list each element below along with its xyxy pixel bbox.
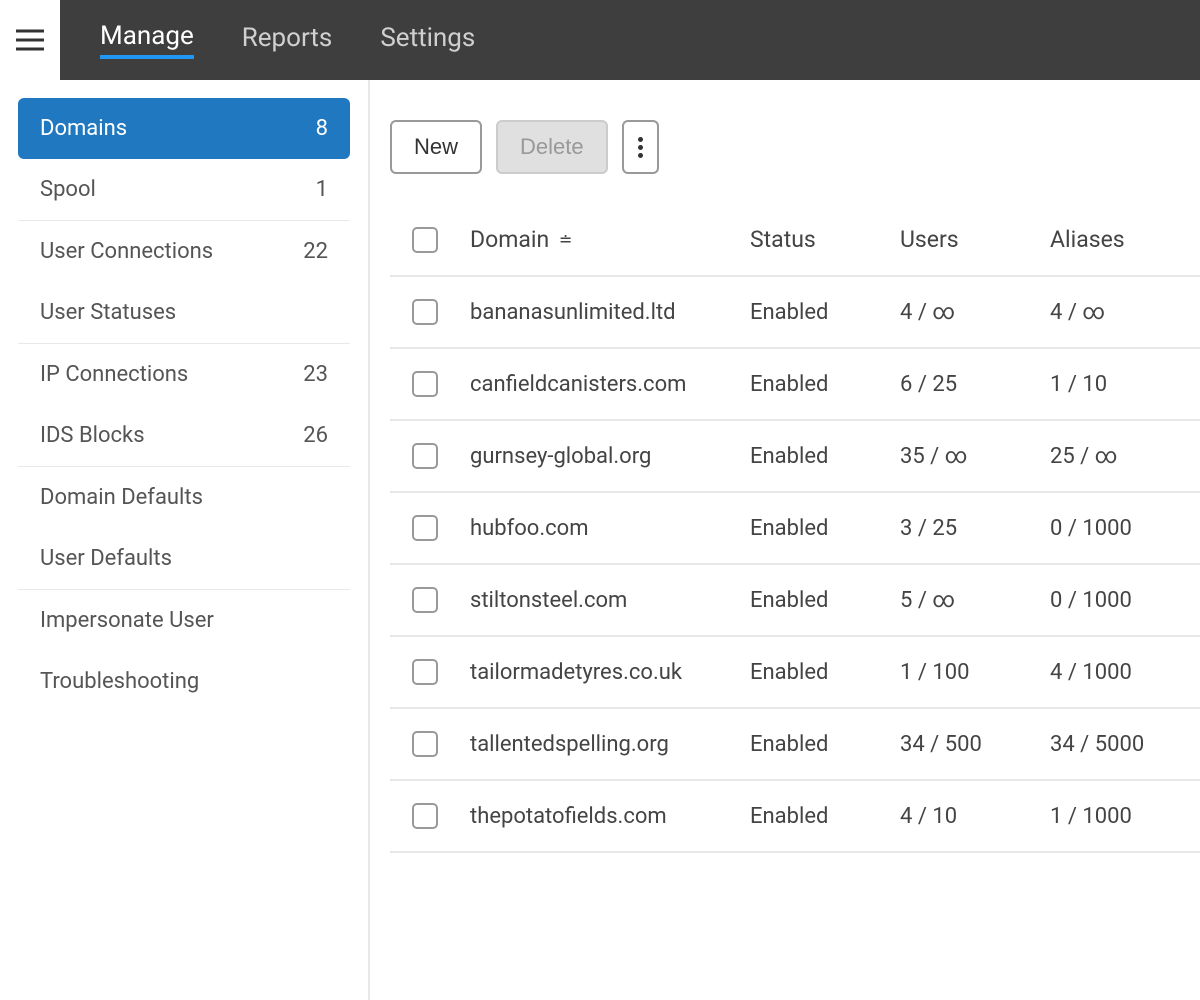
delete-button[interactable]: Delete [496,120,608,174]
domains-table: Domain ≐ Status Users Aliases bananasunl… [390,204,1200,853]
cell-domain: hubfoo.com [470,516,750,541]
cell-users: 35 / ∞ [900,444,1050,469]
hamburger-icon [16,29,44,51]
sidebar-item-label: IDS Blocks [40,423,145,448]
column-header-users[interactable]: Users [900,226,1050,253]
cell-aliases: 0 / 1000 [1050,588,1200,613]
column-header-aliases[interactable]: Aliases [1050,226,1200,253]
sidebar-item-spool[interactable]: Spool 1 [18,159,350,221]
cell-users: 34 / 500 [900,732,1050,757]
sidebar-item-label: IP Connections [40,362,188,387]
topbar: Manage Reports Settings [0,0,1200,80]
table-row[interactable]: gurnsey-global.orgEnabled35 / ∞25 / ∞ [390,421,1200,493]
menu-toggle-button[interactable] [0,0,60,80]
cell-users: 5 / ∞ [900,588,1050,613]
cell-aliases: 1 / 10 [1050,372,1200,397]
sidebar-item-label: Spool [40,177,96,202]
cell-domain: thepotatofields.com [470,804,750,829]
table-row[interactable]: thepotatofields.comEnabled4 / 101 / 1000 [390,781,1200,853]
cell-aliases: 0 / 1000 [1050,516,1200,541]
cell-status: Enabled [750,732,900,757]
cell-aliases: 25 / ∞ [1050,444,1200,469]
table-row[interactable]: stiltonsteel.comEnabled5 / ∞0 / 1000 [390,565,1200,637]
cell-domain: stiltonsteel.com [470,588,750,613]
table-row[interactable]: bananasunlimited.ltdEnabled4 / ∞4 / ∞ [390,277,1200,349]
sidebar: Domains 8 Spool 1 User Connections 22 User Sta… [0,80,370,1000]
top-nav: Manage Reports Settings [60,0,1200,80]
row-checkbox[interactable] [412,659,438,685]
sidebar-item-troubleshooting[interactable]: Troubleshooting [18,651,350,712]
table-row[interactable]: hubfoo.comEnabled3 / 250 / 1000 [390,493,1200,565]
tab-manage[interactable]: Manage [100,21,194,59]
sidebar-item-count: 23 [303,362,328,387]
sidebar-item-count: 22 [303,239,328,264]
cell-users: 4 / 10 [900,804,1050,829]
cell-status: Enabled [750,444,900,469]
cell-domain: tailormadetyres.co.uk [470,660,750,685]
cell-aliases: 4 / ∞ [1050,300,1200,325]
sidebar-item-count: 8 [316,116,328,141]
cell-users: 3 / 25 [900,516,1050,541]
sort-indicator-icon: ≐ [559,230,572,249]
cell-domain: gurnsey-global.org [470,444,750,469]
sidebar-item-label: Troubleshooting [40,669,199,694]
table-row[interactable]: tallentedspelling.orgEnabled34 / 50034 /… [390,709,1200,781]
sidebar-item-user-defaults[interactable]: User Defaults [18,528,350,590]
sidebar-item-user-statuses[interactable]: User Statuses [18,282,350,344]
sidebar-item-label: User Defaults [40,546,172,571]
cell-aliases: 34 / 5000 [1050,732,1200,757]
cell-status: Enabled [750,372,900,397]
table-row[interactable]: canfieldcanisters.comEnabled6 / 251 / 10 [390,349,1200,421]
row-checkbox[interactable] [412,731,438,757]
row-checkbox[interactable] [412,587,438,613]
cell-status: Enabled [750,516,900,541]
main: Domains 8 Spool 1 User Connections 22 User Sta… [0,80,1200,1000]
sidebar-item-label: User Statuses [40,300,176,325]
row-checkbox[interactable] [412,803,438,829]
tab-settings[interactable]: Settings [380,23,475,57]
cell-aliases: 4 / 1000 [1050,660,1200,685]
table-row[interactable]: tailormadetyres.co.ukEnabled1 / 1004 / 1… [390,637,1200,709]
cell-users: 6 / 25 [900,372,1050,397]
sidebar-item-count: 26 [303,423,328,448]
cell-users: 4 / ∞ [900,300,1050,325]
sidebar-item-impersonate-user[interactable]: Impersonate User [18,590,350,651]
cell-domain: canfieldcanisters.com [470,372,750,397]
more-vertical-icon [638,137,643,158]
cell-status: Enabled [750,300,900,325]
cell-domain: tallentedspelling.org [470,732,750,757]
sidebar-item-domains[interactable]: Domains 8 [18,98,350,159]
column-header-status[interactable]: Status [750,226,900,253]
cell-domain: bananasunlimited.ltd [470,300,750,325]
tab-reports[interactable]: Reports [242,23,333,57]
toolbar: New Delete [390,120,1200,174]
sidebar-item-label: Domain Defaults [40,485,203,510]
sidebar-item-ids-blocks[interactable]: IDS Blocks 26 [18,405,350,467]
cell-status: Enabled [750,804,900,829]
new-button[interactable]: New [390,120,482,174]
row-checkbox[interactable] [412,515,438,541]
table-header-row: Domain ≐ Status Users Aliases [390,204,1200,277]
cell-status: Enabled [750,588,900,613]
row-checkbox[interactable] [412,443,438,469]
sidebar-item-domain-defaults[interactable]: Domain Defaults [18,467,350,528]
sidebar-item-count: 1 [316,177,328,202]
cell-users: 1 / 100 [900,660,1050,685]
sidebar-item-ip-connections[interactable]: IP Connections 23 [18,344,350,405]
row-checkbox[interactable] [412,299,438,325]
content: New Delete Domain ≐ Status Users Aliases… [370,80,1200,1000]
sidebar-item-user-connections[interactable]: User Connections 22 [18,221,350,282]
sidebar-item-label: Domains [40,116,127,141]
select-all-checkbox[interactable] [412,227,438,253]
cell-status: Enabled [750,660,900,685]
column-header-domain[interactable]: Domain ≐ [470,226,750,253]
sidebar-item-label: Impersonate User [40,608,214,633]
more-actions-button[interactable] [622,120,659,174]
cell-aliases: 1 / 1000 [1050,804,1200,829]
row-checkbox[interactable] [412,371,438,397]
sidebar-item-label: User Connections [40,239,213,264]
